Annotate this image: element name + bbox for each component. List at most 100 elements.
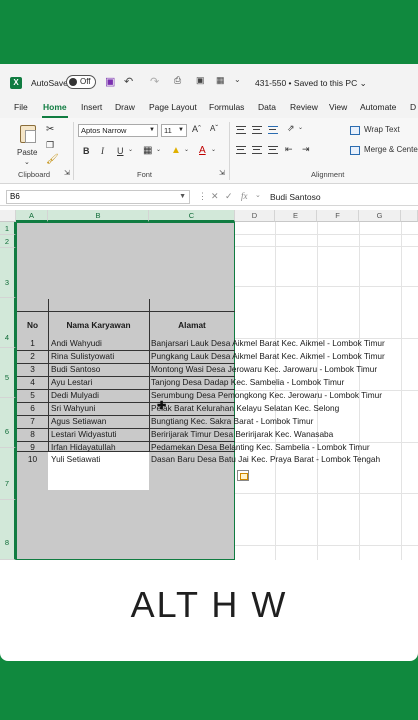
- tab-view[interactable]: View: [329, 102, 347, 112]
- cell-nama[interactable]: Agus Setiawan: [51, 415, 106, 427]
- document-title[interactable]: 431-550 • Saved to this PC ⌄: [255, 78, 367, 89]
- column-header-f[interactable]: F: [317, 210, 359, 222]
- align-left-icon[interactable]: [236, 146, 246, 154]
- cell-alamat[interactable]: Montong Wasi Desa Jerowaru Kec. Jarowaru…: [151, 363, 377, 375]
- cell-no[interactable]: 7: [17, 415, 48, 427]
- row-header-4[interactable]: 4: [0, 298, 16, 348]
- formula-input[interactable]: Budi Santoso: [270, 192, 321, 202]
- cell-no[interactable]: 10: [17, 453, 48, 465]
- undo-icon[interactable]: ↶: [124, 75, 133, 88]
- tab-file[interactable]: File: [14, 102, 28, 112]
- tab-home[interactable]: Home: [43, 102, 67, 112]
- column-header-h[interactable]: [401, 210, 418, 222]
- font-name-select[interactable]: Aptos Narrow ▼: [78, 124, 158, 137]
- cell-alamat[interactable]: Bungtiang Kec. Sakra Barat - Lombok Timu…: [151, 415, 313, 427]
- borders-dropdown-icon[interactable]: ⌄: [156, 146, 161, 153]
- clipboard-launcher-icon[interactable]: ⇲: [64, 169, 70, 177]
- row-header-3[interactable]: 3: [0, 248, 16, 298]
- align-bottom-icon[interactable]: [268, 126, 278, 134]
- paste-dropdown-icon[interactable]: ⌄: [24, 158, 30, 166]
- column-header-g[interactable]: G: [359, 210, 401, 222]
- decrease-indent-icon[interactable]: ⇤: [285, 144, 293, 155]
- cell-no[interactable]: 2: [17, 350, 48, 362]
- tab-more[interactable]: D: [410, 102, 416, 112]
- tab-page-layout[interactable]: Page Layout: [149, 102, 197, 112]
- cell-nama[interactable]: Ayu Lestari: [51, 376, 92, 388]
- increase-indent-icon[interactable]: ⇥: [302, 144, 310, 155]
- decrease-font-icon[interactable]: Aˇ: [210, 124, 218, 133]
- cell-nama[interactable]: Andi Wahyudi: [51, 337, 102, 349]
- row-header-1[interactable]: 1: [0, 222, 16, 235]
- cancel-icon[interactable]: ✕: [211, 191, 219, 202]
- cell-nama[interactable]: Yuli Setiawati: [51, 453, 100, 465]
- format-painter-icon[interactable]: 🖌: [46, 154, 59, 165]
- column-header-e[interactable]: E: [275, 210, 317, 222]
- cell-nama[interactable]: Sri Wahyuni: [51, 402, 95, 414]
- cell-b14[interactable]: [48, 464, 149, 490]
- column-header-c[interactable]: C: [149, 210, 235, 222]
- cell-no[interactable]: 6: [17, 402, 48, 414]
- cell-alamat[interactable]: Beririjarak Timur Desa Beririjarak Kec. …: [151, 428, 333, 440]
- orientation-dropdown-icon[interactable]: ⌄: [298, 124, 303, 131]
- align-right-icon[interactable]: [268, 146, 278, 154]
- camera-icon[interactable]: ▣: [196, 75, 205, 86]
- select-all-corner[interactable]: [0, 210, 16, 222]
- align-center-icon[interactable]: [252, 146, 262, 154]
- more-icon[interactable]: ⋮: [198, 191, 207, 202]
- cell-alamat[interactable]: Pedamekan Desa Belanting Kec. Sambelia -…: [151, 441, 370, 453]
- column-header-b[interactable]: B: [48, 210, 149, 222]
- align-top-icon[interactable]: [236, 126, 246, 134]
- fill-color-icon[interactable]: ▲: [171, 145, 181, 156]
- orientation-icon[interactable]: ⇗: [287, 123, 295, 134]
- cell-no[interactable]: 8: [17, 428, 48, 440]
- redo-icon[interactable]: ↷: [150, 75, 159, 88]
- tab-review[interactable]: Review: [290, 102, 318, 112]
- cell-no[interactable]: 4: [17, 376, 48, 388]
- font-launcher-icon[interactable]: ⇲: [219, 169, 225, 177]
- underline-button[interactable]: U: [117, 146, 124, 156]
- cell-alamat[interactable]: Banjarsari Lauk Desa Aikmel Barat Kec. A…: [151, 337, 385, 349]
- cell-no[interactable]: 3: [17, 363, 48, 375]
- copy-icon[interactable]: ❐: [46, 140, 54, 151]
- name-box[interactable]: B6 ▼: [6, 190, 190, 204]
- row-header-7[interactable]: 7: [0, 448, 16, 500]
- row-header-6[interactable]: 6: [0, 398, 16, 448]
- increase-font-icon[interactable]: Aˆ: [192, 124, 201, 134]
- font-size-select[interactable]: 11 ▼: [161, 124, 187, 137]
- font-color-dropdown-icon[interactable]: ⌄: [211, 146, 216, 153]
- cell-alamat[interactable]: Dasan Baru Desa Batu Jai Kec. Praya Bara…: [151, 453, 380, 465]
- fill-dropdown-icon[interactable]: ⌄: [184, 146, 189, 153]
- tab-automate[interactable]: Automate: [360, 102, 396, 112]
- cell-nama[interactable]: Rina Sulistyowati: [51, 350, 114, 362]
- quick-analysis-icon[interactable]: [237, 470, 249, 481]
- tab-draw[interactable]: Draw: [115, 102, 135, 112]
- cell-alamat[interactable]: Serumbung Desa Pemongkong Kec. Jerowaru …: [151, 389, 382, 401]
- merge-center-icon[interactable]: [350, 146, 360, 155]
- row-header-8[interactable]: 8: [0, 500, 16, 560]
- align-middle-icon[interactable]: [252, 126, 262, 134]
- customize-icon[interactable]: ⌄: [234, 75, 241, 84]
- tab-formulas[interactable]: Formulas: [209, 102, 244, 112]
- tab-data[interactable]: Data: [258, 102, 276, 112]
- row-header-5[interactable]: 5: [0, 348, 16, 398]
- wrap-text-icon[interactable]: [350, 126, 360, 135]
- font-color-icon[interactable]: A: [199, 145, 206, 156]
- cell-no[interactable]: 5: [17, 389, 48, 401]
- cell-no[interactable]: 1: [17, 337, 48, 349]
- autosave-toggle[interactable]: Off: [66, 75, 96, 89]
- enter-icon[interactable]: ✓: [225, 191, 233, 202]
- grid-icon[interactable]: ▦: [216, 75, 225, 86]
- worksheet-grid[interactable]: A B C D E F G 1 2 3 4 5 6 7 8 No Nama Ka…: [0, 210, 418, 560]
- formula-expand-icon[interactable]: ⌄: [255, 191, 261, 199]
- print-icon[interactable]: ⎙: [174, 75, 181, 86]
- cell-nama[interactable]: Lestari Widyastuti: [51, 428, 116, 440]
- cut-icon[interactable]: ✂: [46, 124, 54, 135]
- row-header-2[interactable]: 2: [0, 235, 16, 248]
- insert-function-icon[interactable]: fx: [241, 191, 248, 201]
- cell-nama[interactable]: Irfan Hidayatullah: [51, 441, 116, 453]
- paste-icon[interactable]: [20, 125, 36, 143]
- borders-icon[interactable]: ▦: [143, 145, 152, 156]
- merge-center-button[interactable]: Merge & Center: [364, 145, 418, 154]
- save-icon[interactable]: ▣: [105, 75, 115, 88]
- cell-alamat[interactable]: Pungkang Lauk Desa Aikmel Barat Kec. Aik…: [151, 350, 385, 362]
